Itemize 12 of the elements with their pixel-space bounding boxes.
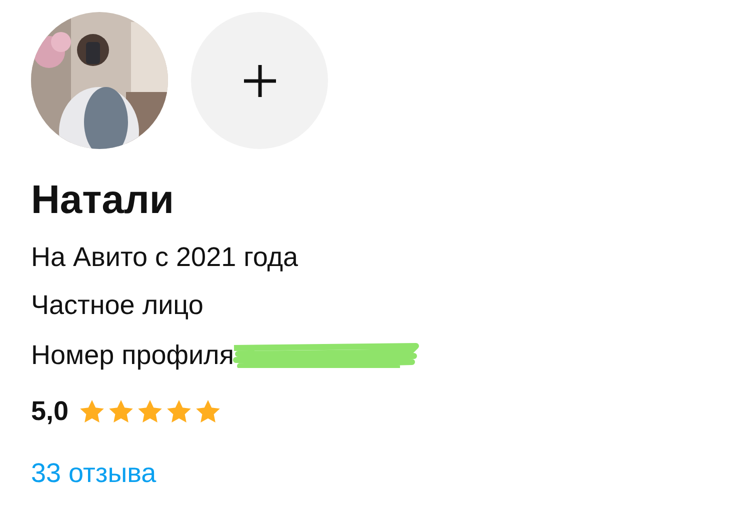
reviews-link[interactable]: 33 отзыва xyxy=(31,457,156,489)
star-icon xyxy=(108,398,134,424)
plus-icon xyxy=(242,62,278,98)
star-icon xyxy=(136,398,163,424)
rating-value: 5,0 xyxy=(31,395,69,427)
profile-name: Натали xyxy=(31,177,174,224)
star-icon xyxy=(194,398,221,424)
star-icon xyxy=(166,398,192,424)
star-icon xyxy=(78,398,105,424)
member-since-text: На Авито с 2021 года xyxy=(31,241,298,273)
seller-type-text: Частное лицо xyxy=(31,289,204,321)
profile-number-label: Номер профиля xyxy=(31,339,234,371)
